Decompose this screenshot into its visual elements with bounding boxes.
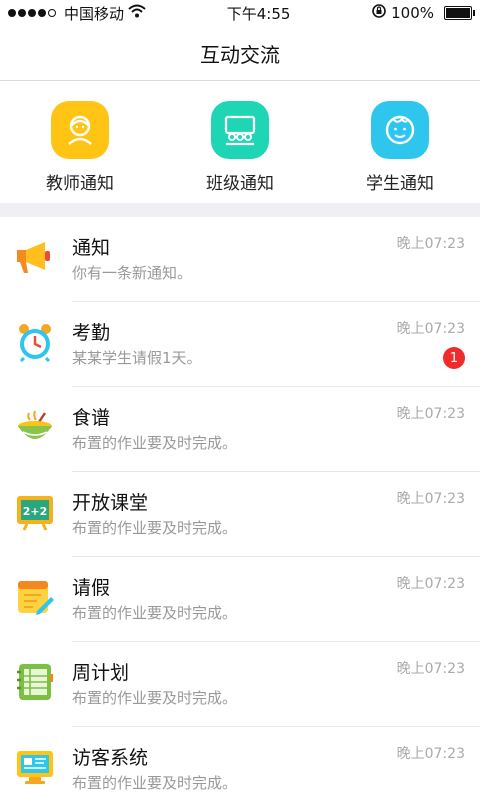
list-item-time: 晚上07:23 xyxy=(396,576,465,592)
list-item-time: 晚上07:23 xyxy=(396,491,465,507)
teacher-icon xyxy=(51,101,109,159)
status-left: 中国移动 xyxy=(8,3,146,24)
alarm-clock-icon xyxy=(15,322,55,362)
list-item-title: 请假 xyxy=(72,577,111,599)
battery-label: 100% xyxy=(391,4,434,22)
quick-action-teacher-notice[interactable]: 教师通知 xyxy=(10,101,150,194)
list-item-subtitle: 布置的作业要及时完成。 xyxy=(72,434,238,452)
quick-action-label: 教师通知 xyxy=(46,174,114,194)
quick-actions: 教师通知 班级通知 学生通知 xyxy=(0,81,480,203)
food-bowl-icon xyxy=(15,407,55,447)
list-item-title: 食谱 xyxy=(72,407,111,429)
list-item-subtitle: 布置的作业要及时完成。 xyxy=(72,604,238,622)
list-item-time: 晚上07:23 xyxy=(396,746,465,762)
list-item-subtitle: 某某学生请假1天。 xyxy=(72,349,202,367)
student-icon xyxy=(371,101,429,159)
list-item-leave[interactable]: 请假 布置的作业要及时完成。 晚上07:23 xyxy=(0,557,480,642)
quick-action-label: 班级通知 xyxy=(206,174,274,194)
section-divider xyxy=(0,203,480,217)
page-title: 互动交流 xyxy=(200,42,280,67)
quick-action-label: 学生通知 xyxy=(366,174,434,194)
carrier-label: 中国移动 xyxy=(64,4,125,23)
blackboard-text: 2+2 xyxy=(23,505,48,518)
quick-action-class-notice[interactable]: 班级通知 xyxy=(170,101,310,194)
list-item-open-class[interactable]: 2+2 开放课堂 布置的作业要及时完成。 晚上07:23 xyxy=(0,472,480,557)
list-item-title: 开放课堂 xyxy=(72,492,149,514)
list-item-notice[interactable]: 通知 你有一条新通知。 晚上07:23 xyxy=(0,217,480,302)
signal-dots-icon xyxy=(8,9,56,17)
list-item-time: 晚上07:23 xyxy=(396,236,465,252)
list-item-visitor-system[interactable]: 访客系统 布置的作业要及时完成。 晚上07:23 xyxy=(0,727,480,812)
quick-action-student-notice[interactable]: 学生通知 xyxy=(330,101,470,194)
rotation-lock-icon xyxy=(371,3,387,23)
list-item-subtitle: 你有一条新通知。 xyxy=(72,264,193,282)
list-item-time: 晚上07:23 xyxy=(396,321,465,337)
list-item-time: 晚上07:23 xyxy=(396,661,465,677)
list-item-title: 考勤 xyxy=(72,322,111,344)
status-time: 下午4:55 xyxy=(226,4,291,23)
battery-icon xyxy=(444,6,475,20)
unread-badge: 1 xyxy=(443,347,465,369)
list-item-title: 访客系统 xyxy=(72,747,149,769)
list-item-recipe[interactable]: 食谱 布置的作业要及时完成。 晚上07:23 xyxy=(0,387,480,472)
status-right: 100% xyxy=(371,3,475,23)
megaphone-icon xyxy=(15,237,55,277)
list-item-subtitle: 布置的作业要及时完成。 xyxy=(72,689,238,707)
planner-icon xyxy=(15,662,55,702)
status-bar: 中国移动 下午4:55 100% xyxy=(0,0,480,26)
list-item-title: 周计划 xyxy=(72,662,130,684)
list-item-title: 通知 xyxy=(72,237,111,259)
list-item-time: 晚上07:23 xyxy=(396,406,465,422)
blackboard-icon: 2+2 xyxy=(15,492,55,532)
notepad-icon xyxy=(15,577,55,617)
list-item-weekly-plan[interactable]: 周计划 布置的作业要及时完成。 晚上07:23 xyxy=(0,642,480,727)
list-item-subtitle: 布置的作业要及时完成。 xyxy=(72,519,238,537)
list-item-subtitle: 布置的作业要及时完成。 xyxy=(72,774,238,792)
monitor-icon xyxy=(15,747,55,787)
list-item-attendance[interactable]: 考勤 某某学生请假1天。 晚上07:23 1 xyxy=(0,302,480,387)
message-list: 通知 你有一条新通知。 晚上07:23 考勤 某某学生请假1天。 晚上07:23… xyxy=(0,217,480,812)
wifi-icon xyxy=(128,4,146,22)
class-icon xyxy=(211,101,269,159)
nav-bar: 互动交流 xyxy=(0,26,480,81)
